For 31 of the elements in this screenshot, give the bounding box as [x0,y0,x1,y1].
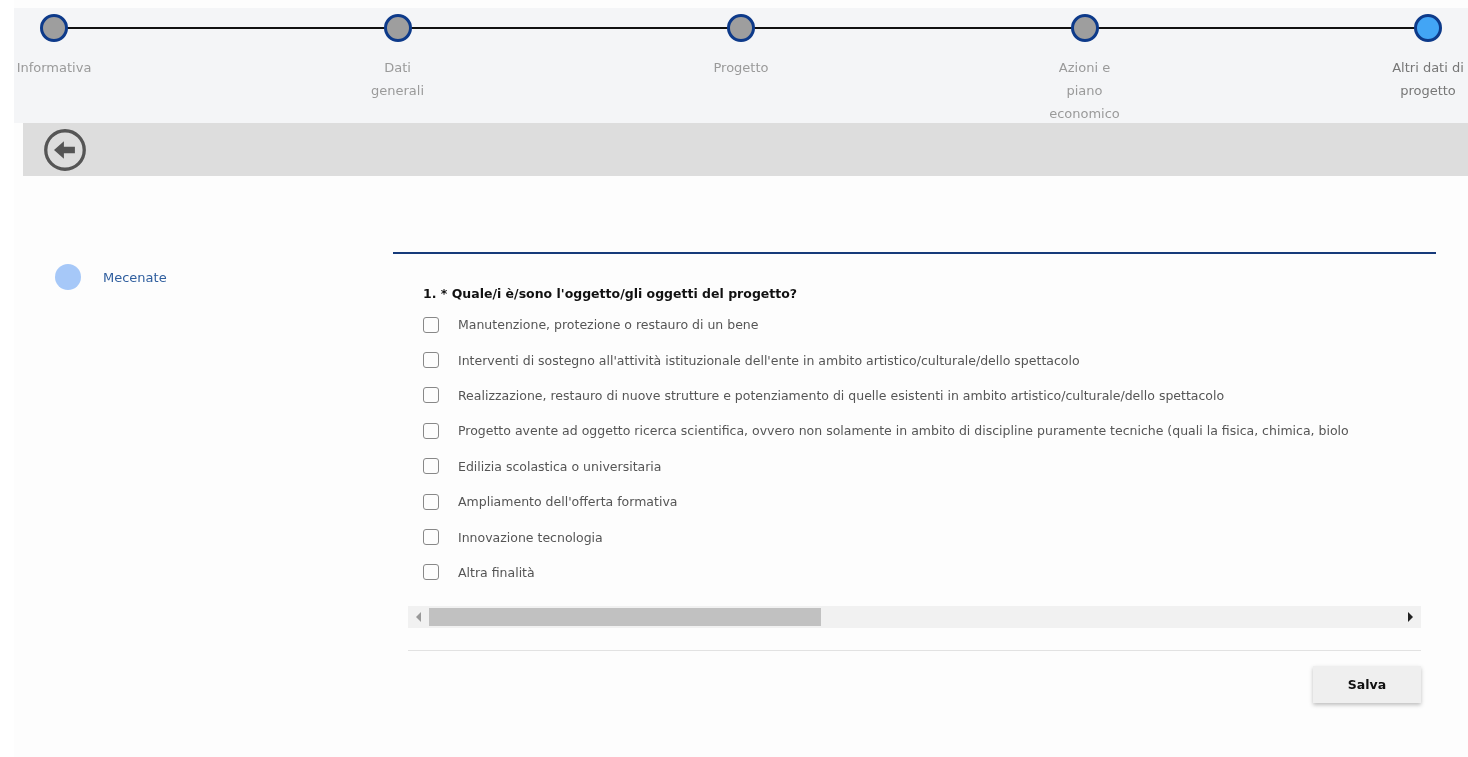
option-label: Edilizia scolastica o universitaria [458,458,662,474]
option-label: Ampliamento dell'offerta formativa [458,494,678,510]
checkbox[interactable] [423,422,439,439]
checkbox[interactable] [423,352,439,369]
checkbox[interactable] [423,316,439,333]
checkbox[interactable] [423,493,439,510]
checkbox[interactable] [423,458,439,475]
step-label[interactable]: Progetto [701,56,781,79]
step-marker[interactable] [383,14,412,42]
option-label: Interventi di sostegno all'attività istituzionale dell'ente in ambito artistico/culturale/dello spettacolo [458,352,1080,368]
checkbox[interactable] [423,564,439,581]
option-label: Progetto avente ad oggetto ricerca scientifica, ovvero non solamente in ambito di discipline puramente tecniche (quali la fisica, chimica, biolo [458,423,1349,439]
step-label[interactable]: Dati generali [357,56,438,102]
save-button[interactable]: Salva [1313,666,1421,704]
option-label: Altra finalità [458,564,535,580]
step-marker[interactable] [727,14,755,42]
checkbox[interactable] [423,529,439,546]
checkbox[interactable] [423,387,439,404]
step-label[interactable]: Azioni e piano economico [1044,56,1125,125]
horizontal-scrollbar[interactable] [408,606,1421,629]
option-label: Innovazione tecnologia [458,529,603,545]
option-label: Manutenzione, protezione o restauro di un bene [458,317,759,333]
sidebar-link[interactable]: Mecenate [103,269,167,285]
option-label: Realizzazione, restauro di nuove strutture e potenziamento di quelle esistenti in ambito artistico/culturale/dello spettacolo [458,387,1225,403]
step-marker[interactable] [1070,14,1099,42]
question-title: 1. * Quale/i è/sono l'oggetto/gli oggetti del progetto? [423,286,799,301]
step-label[interactable]: Informativa [14,56,94,79]
step-label[interactable]: Altri dati di progetto [1388,56,1468,102]
status-dot [55,264,81,290]
step-marker[interactable] [40,14,68,42]
step-marker[interactable] [1414,14,1442,42]
